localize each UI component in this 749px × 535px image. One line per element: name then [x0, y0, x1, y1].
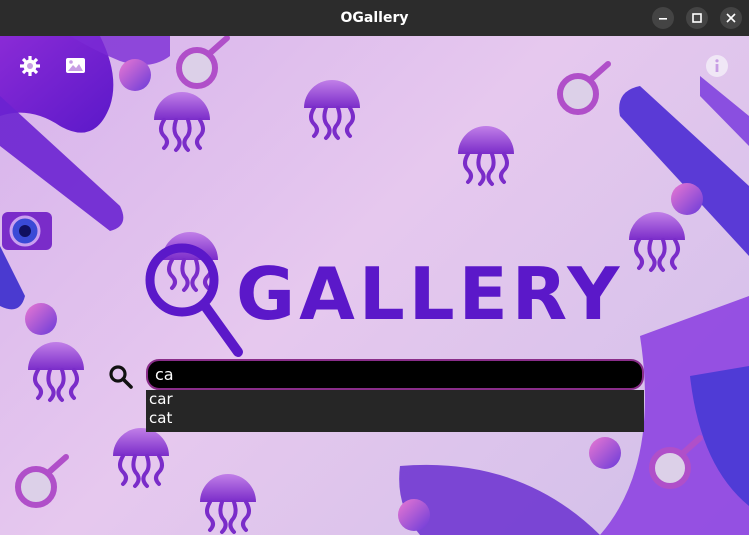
svg-text:GALLERY: GALLERY [236, 252, 623, 336]
search-icon[interactable] [108, 364, 134, 390]
app-window: OGallery GALLERY ca car cat [0, 0, 749, 535]
gear-icon [20, 56, 40, 76]
maximize-button[interactable] [686, 7, 708, 29]
suggestion-item[interactable]: cat [146, 409, 644, 428]
maximize-icon [692, 13, 702, 23]
minimize-icon [659, 18, 667, 20]
gallery-button[interactable] [64, 54, 88, 78]
autocomplete-list: car cat [146, 390, 644, 432]
search-input[interactable] [146, 359, 644, 390]
main-content: GALLERY ca car cat [0, 36, 749, 535]
suggestion-item[interactable]: car [146, 390, 644, 409]
close-button[interactable] [720, 7, 742, 29]
close-icon [726, 13, 736, 23]
background-artwork: GALLERY [0, 36, 749, 535]
settings-button[interactable] [18, 54, 42, 78]
image-icon [66, 58, 85, 73]
info-icon [706, 55, 728, 77]
window-title: OGallery [340, 10, 409, 26]
minimize-button[interactable] [652, 7, 674, 29]
title-bar: OGallery [0, 0, 749, 36]
info-button[interactable] [705, 54, 729, 78]
